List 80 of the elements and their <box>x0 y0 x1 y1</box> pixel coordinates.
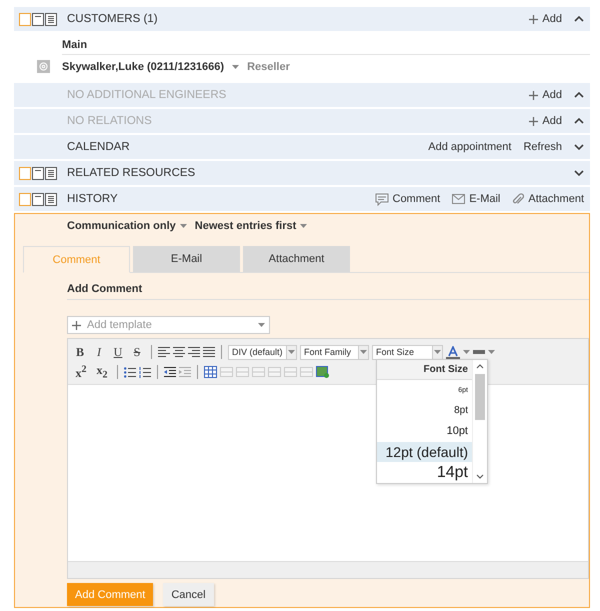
paperclip-icon <box>512 192 524 206</box>
envelope-icon <box>452 194 466 204</box>
strikethrough-button[interactable]: S <box>129 344 145 360</box>
bold-button[interactable]: B <box>72 344 88 360</box>
subscript-button[interactable]: x$_{2}$ <box>93 363 111 381</box>
add-button[interactable]: Add <box>529 89 562 101</box>
caret-down-icon <box>463 350 470 354</box>
bullet-list-icon[interactable] <box>124 366 136 378</box>
cancel-button[interactable]: Cancel <box>163 583 214 606</box>
menu-option[interactable]: 10pt <box>377 421 472 442</box>
caret-down-icon <box>300 224 308 228</box>
chevron-down-icon[interactable] <box>574 144 584 150</box>
page-heading-icon[interactable] <box>32 192 44 206</box>
caret-down-icon <box>434 350 441 354</box>
align-right-icon[interactable] <box>188 347 200 357</box>
table-icon[interactable] <box>204 366 217 378</box>
caret-down-icon <box>258 323 265 327</box>
filter-dropdown[interactable]: Communication only <box>67 220 187 232</box>
outdent-icon[interactable] <box>164 366 176 378</box>
page-lines-icon[interactable] <box>45 192 57 206</box>
plus-icon <box>529 116 538 126</box>
align-left-icon[interactable] <box>158 347 170 357</box>
caret-down-icon <box>232 65 240 69</box>
caret-down-icon <box>360 350 367 354</box>
speech-bubble-icon <box>374 192 388 206</box>
tab[interactable]: E-Mail <box>133 246 240 272</box>
attachment-button[interactable]: Attachment <box>512 192 584 206</box>
chevron-up-icon[interactable] <box>574 118 584 124</box>
section-title: NO ADDITIONAL ENGINEERS <box>67 89 228 101</box>
text-color-icon[interactable] <box>446 346 460 358</box>
format-select[interactable]: DIV (default) <box>228 344 297 360</box>
filter-dropdown[interactable]: Newest entries first <box>194 220 308 232</box>
page-heading-icon[interactable] <box>32 166 44 180</box>
comment-button[interactable]: Comment <box>374 192 440 206</box>
menu-option[interactable]: 14pt <box>377 462 472 483</box>
superscript-button[interactable]: x$^{2}$ <box>72 364 90 380</box>
italic-button[interactable]: I <box>91 344 107 360</box>
template-select[interactable]: Add template <box>67 316 270 334</box>
background-color-icon[interactable] <box>473 350 485 354</box>
numbered-list-icon[interactable] <box>139 366 151 378</box>
font-size-select[interactable]: Font Size <box>372 344 443 360</box>
caret-down-icon <box>488 350 495 354</box>
menu-title: Font Size <box>377 360 472 380</box>
align-center-icon[interactable] <box>173 347 185 357</box>
add-button[interactable]: Add <box>529 115 562 127</box>
action-link[interactable]: Refresh <box>523 141 562 153</box>
chevron-up-icon[interactable] <box>574 92 584 98</box>
scroll-up-icon[interactable] <box>476 364 484 369</box>
section-title: NO RELATIONS <box>67 115 153 127</box>
underline-button[interactable]: U <box>110 344 126 360</box>
plus-icon <box>529 90 538 100</box>
contact-role: Reseller <box>247 61 290 73</box>
mail-button[interactable]: E-Mail <box>452 193 500 205</box>
caret-down-icon <box>180 224 187 228</box>
action-link[interactable]: Add appointment <box>428 141 512 153</box>
menu-option[interactable]: 12pt (default) <box>377 442 472 462</box>
page-lines-icon[interactable] <box>45 12 57 26</box>
justify-icon[interactable] <box>203 347 215 357</box>
section-title: CUSTOMERS (1) <box>67 13 159 25</box>
page-lines-icon[interactable] <box>45 166 57 180</box>
scrollbar[interactable] <box>472 360 487 483</box>
chevron-down-icon[interactable] <box>574 170 584 176</box>
group-label: Main <box>62 35 590 55</box>
contact-name[interactable]: Skywalker,Luke (0211/1231666) <box>62 61 224 73</box>
caret-down-icon <box>288 350 295 354</box>
plus-icon <box>529 14 538 24</box>
tab[interactable]: Attachment <box>243 246 350 272</box>
chevron-up-icon[interactable] <box>574 16 584 22</box>
section-title: CALENDAR <box>67 141 131 153</box>
plus-icon <box>72 320 81 330</box>
section-title: RELATED RESOURCES <box>67 167 196 179</box>
page-heading-icon[interactable] <box>32 12 44 26</box>
template-field[interactable]: Add template <box>85 318 254 332</box>
add-button[interactable]: Add <box>529 13 562 25</box>
form-title: Add Comment <box>67 273 589 300</box>
scroll-down-icon[interactable] <box>476 474 484 479</box>
image-icon[interactable] <box>316 366 329 378</box>
section-title: HISTORY <box>67 193 119 205</box>
menu-option[interactable]: 8pt <box>377 400 472 422</box>
font-family-select[interactable]: Font Family <box>300 344 369 360</box>
